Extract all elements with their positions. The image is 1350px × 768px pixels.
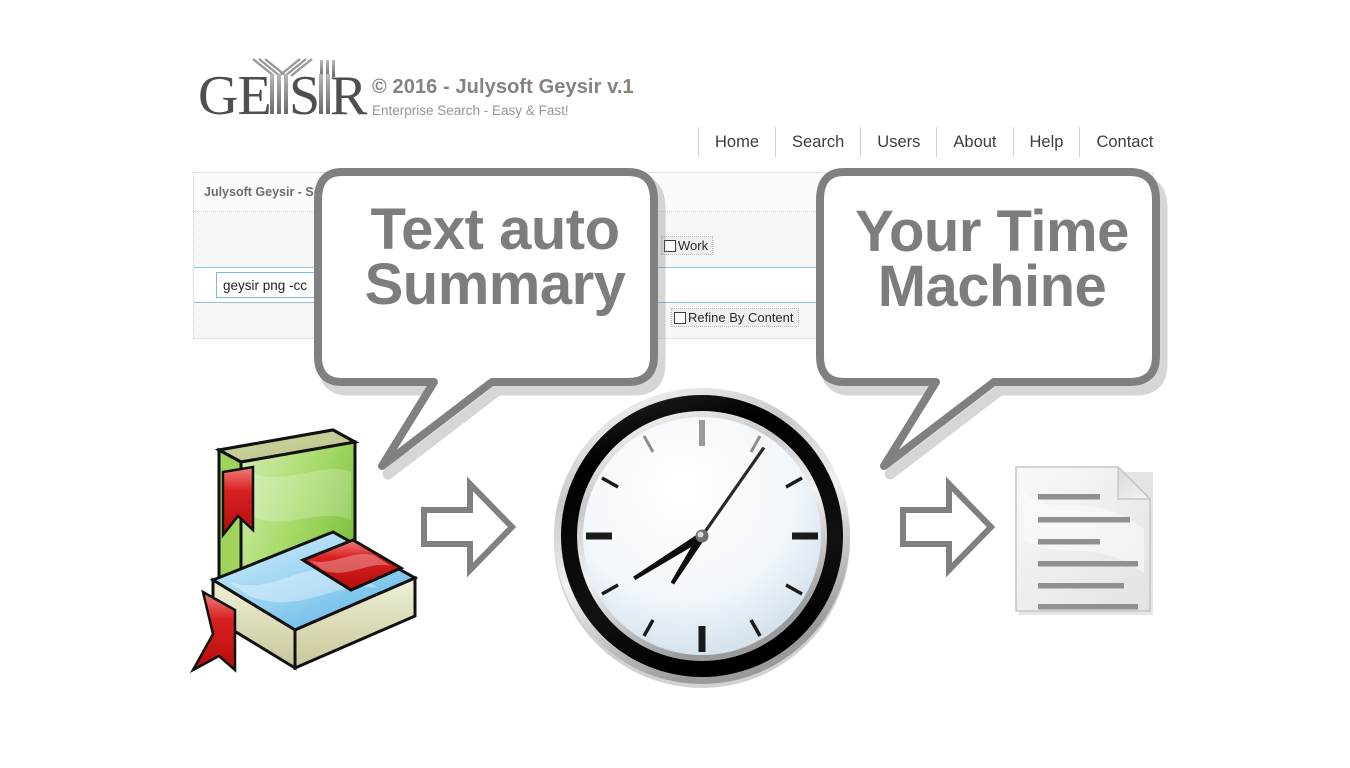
speech-bubble-your-time-machine: Your Time Machine [812,160,1182,495]
speech-bubble-2-shape [816,168,1168,480]
nav-item-contact[interactable]: Contact [1079,127,1169,157]
speech-bubble-text-auto-summary: Text auto Summary [310,160,680,495]
app-page: GE S R © 2016 - Julysoft Geysir v.1 Ente… [0,0,1350,768]
nav-item-search[interactable]: Search [775,127,860,157]
nav-item-users[interactable]: Users [860,127,936,157]
brand-block: © 2016 - Julysoft Geysir v.1 Enterprise … [372,76,634,119]
geysir-logo-icon: GE S R [198,58,368,118]
brand-title: © 2016 - Julysoft Geysir v.1 [372,76,634,98]
checkbox-refine-label: Refine By Content [688,310,794,325]
main-navigation: Home Search Users About Help Contact [698,126,1169,158]
nav-item-home[interactable]: Home [698,127,775,157]
nav-item-about[interactable]: About [936,127,1012,157]
nav-item-help[interactable]: Help [1012,127,1080,157]
svg-text:GE: GE [198,65,271,118]
geysir-logo[interactable]: GE S R [196,56,371,118]
svg-text:R: R [330,65,368,118]
speech-bubble-1-shape [314,168,666,480]
checkbox-refine-by-content[interactable]: Refine By Content [671,308,799,327]
brand-subtitle: Enterprise Search - Easy & Fast! [372,103,569,118]
checkbox-work-label: Work [678,238,709,253]
svg-text:S: S [289,65,320,118]
site-header: GE S R © 2016 - Julysoft Geysir v.1 Ente… [0,0,1350,165]
